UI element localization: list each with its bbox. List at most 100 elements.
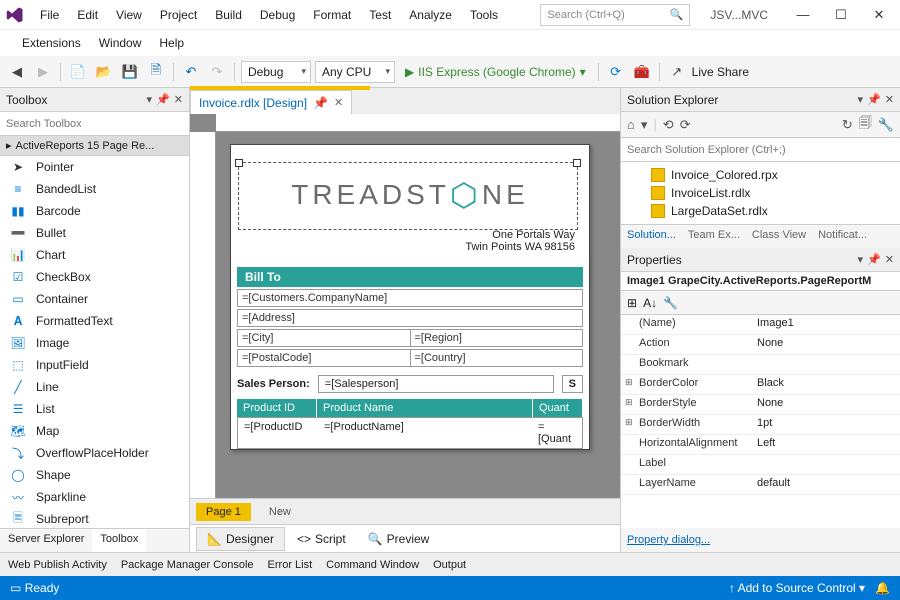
script-tab[interactable]: <> Script [287, 528, 356, 550]
page-tab-new[interactable]: New [259, 503, 301, 521]
toolbox-inputfield[interactable]: ⬚InputField [0, 354, 189, 376]
document-tab[interactable]: Invoice.rdlx [Design] 📌 ✕ [190, 90, 352, 114]
menu-build[interactable]: Build [207, 4, 250, 26]
menu-debug[interactable]: Debug [252, 4, 303, 26]
save-all-button[interactable]: 🗎 [145, 61, 167, 83]
field-company[interactable]: =[Customers.CompanyName] [238, 290, 582, 306]
menu-extensions[interactable]: Extensions [14, 32, 89, 54]
property-row[interactable]: BorderStyleNone [621, 395, 900, 415]
field-country[interactable]: =[Country] [411, 350, 583, 366]
design-surface[interactable]: TREADST⬡NE One Portals Way Twin Points W… [190, 114, 620, 498]
property-row[interactable]: HorizontalAlignmentLeft [621, 435, 900, 455]
property-row[interactable]: ActionNone [621, 335, 900, 355]
toolbox-bullet[interactable]: ➖Bullet [0, 222, 189, 244]
menu-test[interactable]: Test [361, 4, 399, 26]
field-postal[interactable]: =[PostalCode] [238, 350, 411, 366]
sync-icon[interactable]: ⟳ [680, 117, 691, 133]
field-city[interactable]: =[City] [238, 330, 411, 346]
se-pin-icon[interactable]: 📌 [867, 93, 881, 106]
toolbox-image[interactable]: 🖼Image [0, 332, 189, 354]
open-button[interactable]: 📂 [93, 61, 115, 83]
toolbox-container[interactable]: ▭Container [0, 288, 189, 310]
tab-server-explorer[interactable]: Server Explorer [0, 529, 92, 552]
preview-tab[interactable]: 🔍 Preview [358, 528, 440, 550]
toolbox-formattedtext[interactable]: 𝐀FormattedText [0, 310, 189, 332]
nav-back-button[interactable]: ◀ [6, 61, 28, 83]
share-icon[interactable]: ↗ [666, 61, 688, 83]
notifications-icon[interactable]: 🔔 [875, 581, 890, 595]
props-object-selector[interactable]: Image1 GrapeCity.ActiveReports.PageRepor… [621, 272, 900, 291]
props-close-icon[interactable]: ✕ [885, 253, 894, 266]
undo-button[interactable]: ↶ [180, 61, 202, 83]
show-all-icon[interactable]: 🗐 [859, 114, 872, 136]
menu-project[interactable]: Project [152, 4, 205, 26]
tab-notifications[interactable]: Notificat... [812, 225, 873, 248]
property-row[interactable]: LayerNamedefault [621, 475, 900, 495]
menu-tools[interactable]: Tools [462, 4, 506, 26]
toolbox-search[interactable] [0, 112, 189, 136]
table-row[interactable]: =[ProductID =[ProductName] =[Quant [237, 417, 583, 449]
tab-pm-console[interactable]: Package Manager Console [121, 559, 254, 571]
back-icon[interactable]: ⟲ [663, 117, 674, 133]
se-file[interactable]: Invoice_Colored.rpx [621, 166, 900, 184]
minimize-button[interactable]: — [788, 3, 818, 27]
field-region[interactable]: =[Region] [411, 330, 583, 346]
new-file-button[interactable]: 📄 [67, 61, 89, 83]
quick-launch-search[interactable]: Search (Ctrl+Q) 🔍 [540, 4, 690, 26]
property-dialog-link[interactable]: Property dialog... [621, 528, 900, 552]
toolbox-shape[interactable]: ◯Shape [0, 464, 189, 486]
menu-analyze[interactable]: Analyze [401, 4, 460, 26]
toolbox-subreport[interactable]: 🗏Subreport [0, 508, 189, 528]
menu-window[interactable]: Window [91, 32, 150, 54]
property-row[interactable]: BorderColorBlack [621, 375, 900, 395]
maximize-button[interactable]: ☐ [826, 3, 856, 27]
toolbox-barcode[interactable]: ▮▮Barcode [0, 200, 189, 222]
home-icon[interactable]: ⌂ [627, 117, 635, 132]
toolbox-line[interactable]: ╱Line [0, 376, 189, 398]
field-salesperson[interactable]: =[Salesperson] [318, 375, 554, 393]
properties-icon[interactable]: 🔧 [878, 117, 894, 133]
se-file[interactable]: InvoiceList.rdlx [621, 184, 900, 202]
tab-error-list[interactable]: Error List [268, 559, 313, 571]
categorized-icon[interactable]: ⊞ [627, 296, 637, 310]
tab-team-explorer[interactable]: Team Ex... [682, 225, 746, 248]
pin-icon[interactable]: 📌 [156, 93, 170, 106]
se-dropdown-icon[interactable]: ▾ [858, 93, 864, 106]
tab-command-window[interactable]: Command Window [326, 559, 419, 571]
wrench-icon[interactable]: 🔧 [663, 296, 678, 310]
config-combo[interactable]: Debug [241, 61, 311, 83]
collapse-icon[interactable]: ▾ [641, 117, 648, 133]
props-dropdown-icon[interactable]: ▾ [858, 253, 864, 266]
toolbox-overflow[interactable]: ⤵OverflowPlaceHolder [0, 442, 189, 464]
tab-web-publish[interactable]: Web Publish Activity [8, 559, 107, 571]
menu-view[interactable]: View [108, 4, 150, 26]
tab-solution[interactable]: Solution... [621, 225, 682, 248]
property-row[interactable]: Bookmark [621, 355, 900, 375]
toolbox-checkbox[interactable]: ☑CheckBox [0, 266, 189, 288]
toolbox-group-header[interactable]: ▸ ActiveReports 15 Page Re... [0, 136, 189, 156]
selection-handles[interactable] [238, 162, 578, 230]
toolbox-sparkline[interactable]: 〰Sparkline [0, 486, 189, 508]
toolbox-icon[interactable]: 🧰 [631, 61, 653, 83]
menu-edit[interactable]: Edit [69, 4, 106, 26]
close-tab-icon[interactable]: ✕ [334, 96, 343, 109]
menu-help[interactable]: Help [151, 32, 192, 54]
tab-output[interactable]: Output [433, 559, 466, 571]
pin-tab-icon[interactable]: 📌 [313, 96, 328, 110]
platform-combo[interactable]: Any CPU [315, 61, 395, 83]
property-row[interactable]: (Name)Image1 [621, 315, 900, 335]
menu-file[interactable]: File [32, 4, 67, 26]
toolbox-pointer[interactable]: ➤Pointer [0, 156, 189, 178]
toolbox-bandedlist[interactable]: ≡BandedList [0, 178, 189, 200]
refresh-icon[interactable]: ⟳ [605, 61, 627, 83]
toolbox-map[interactable]: 🗺Map [0, 420, 189, 442]
designer-tab[interactable]: 📐 Designer [196, 527, 285, 551]
alphabetical-icon[interactable]: A↓ [643, 296, 657, 310]
tab-toolbox[interactable]: Toolbox [92, 529, 146, 552]
refresh-se-icon[interactable]: ↻ [842, 117, 853, 133]
save-button[interactable]: 💾 [119, 61, 141, 83]
se-file[interactable]: LargeDataSet.rdlx [621, 202, 900, 220]
tab-class-view[interactable]: Class View [746, 225, 812, 248]
source-control-button[interactable]: ↑ Add to Source Control ▾ [729, 581, 865, 595]
toolbox-list[interactable]: ☰List [0, 398, 189, 420]
